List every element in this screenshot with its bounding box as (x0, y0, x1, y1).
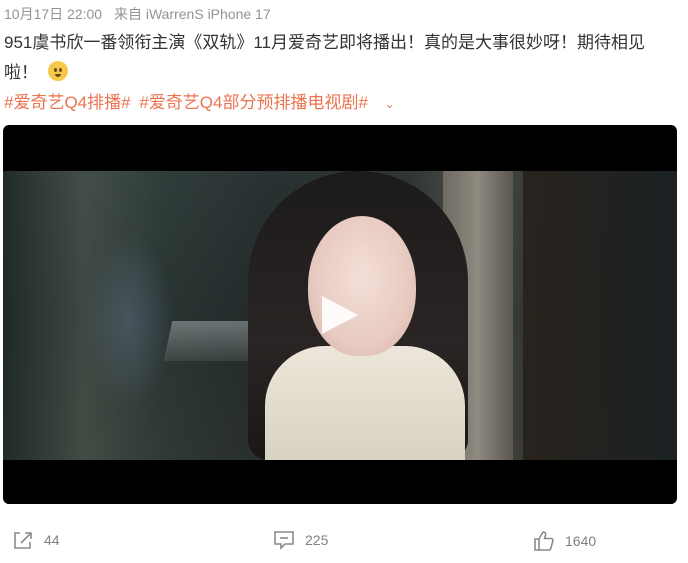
expand-more-icon[interactable]: ⌄ (385, 91, 395, 117)
share-button[interactable]: 44 (12, 530, 60, 550)
post-timestamp[interactable]: 10月17日 22:00 (4, 6, 102, 22)
comment-button[interactable]: 225 (273, 530, 328, 550)
post-source: 来自 iWarrenS iPhone 17 (113, 6, 271, 22)
share-count: 44 (44, 532, 60, 548)
share-icon (14, 532, 32, 549)
hashtag-link[interactable]: #爱奇艺Q4部分预排播电视剧# (139, 93, 368, 112)
weibo-post: 10月17日 22:00 来自 iWarrenS iPhone 17 951虞书… (0, 0, 688, 563)
post-body: 951虞书欣一番领衔主演《双轨》11月爱奇艺即将播出！真的是大事很妙呀！期待相见… (4, 28, 676, 88)
post-meta: 10月17日 22:00 来自 iWarrenS iPhone 17 (4, 4, 279, 24)
play-triangle-icon[interactable] (322, 296, 358, 334)
hashtag-row: #爱奇艺Q4排播# #爱奇艺Q4部分预排播电视剧# ⌄ (4, 90, 395, 117)
comment-count: 225 (305, 532, 329, 548)
like-count: 1640 (565, 533, 597, 549)
post-actions-bar: 44 225 1640 (0, 526, 688, 560)
video-player[interactable] (3, 125, 677, 504)
like-button[interactable]: 1640 (533, 530, 596, 552)
post-text: 951虞书欣一番领衔主演《双轨》11月爱奇艺即将播出！真的是大事很妙呀！期待相见… (4, 33, 646, 82)
hashtag-link[interactable]: #爱奇艺Q4排播# (4, 93, 131, 112)
pleading-face-emoji-icon (48, 61, 68, 81)
thumbs-up-icon (534, 531, 554, 551)
comment-icon (274, 531, 294, 550)
